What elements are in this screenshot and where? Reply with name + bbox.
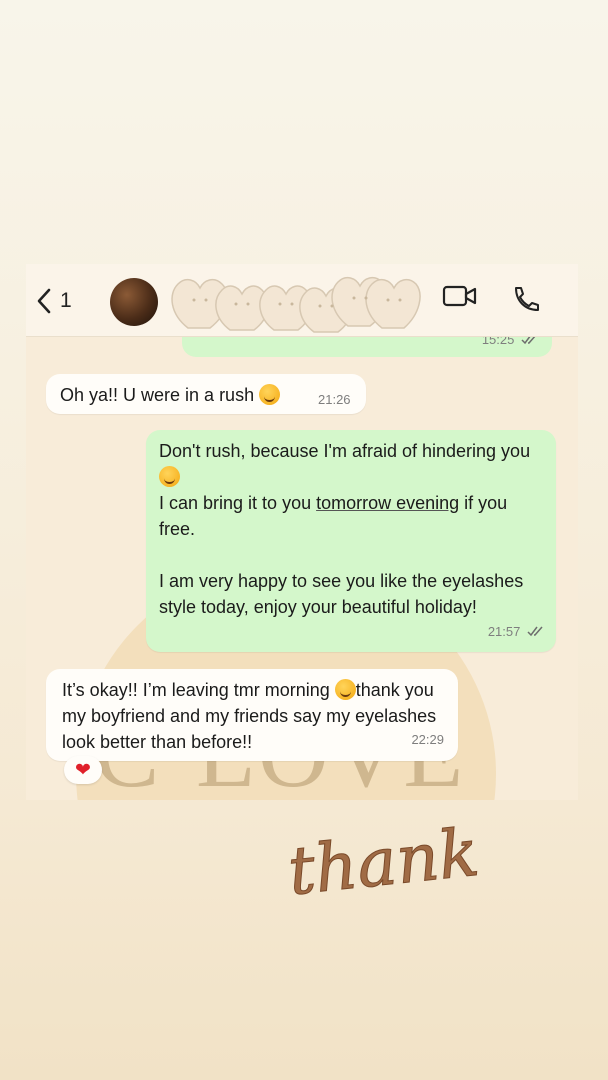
incoming-message[interactable]: It’s okay!! I’m leaving tmr morning than… bbox=[46, 669, 458, 761]
heart-reaction-icon: ❤ bbox=[75, 759, 91, 781]
date-link[interactable]: tomorrow evening bbox=[316, 493, 459, 513]
unread-count: 1 bbox=[60, 289, 72, 312]
back-button[interactable]: 1 bbox=[36, 288, 72, 314]
double-check-icon bbox=[527, 626, 543, 637]
chat-screenshot: C·LOVE 15:25 1 bbox=[26, 264, 578, 800]
emoji-hush-icon bbox=[159, 466, 180, 487]
emoji-rofl-icon bbox=[259, 384, 281, 405]
outgoing-message[interactable]: Don't rush, because I'm afraid of hinder… bbox=[146, 430, 556, 652]
voice-call-button[interactable] bbox=[510, 286, 540, 319]
message-time: 22:29 bbox=[411, 732, 444, 747]
thank-sticker-text: thank bbox=[285, 814, 483, 910]
contact-name-hearts-sticker[interactable] bbox=[166, 270, 426, 334]
chat-header: 1 bbox=[26, 264, 578, 337]
thank-sticker: thank bbox=[284, 813, 483, 910]
incoming-message[interactable]: Oh ya!! U were in a rush 21:26 bbox=[46, 374, 366, 414]
phone-icon bbox=[515, 287, 539, 311]
message-time: 21:57 bbox=[487, 624, 521, 639]
emoji-rofl-icon bbox=[334, 679, 356, 700]
message-line: I can bring it to you bbox=[159, 493, 317, 513]
avatar[interactable] bbox=[110, 278, 158, 326]
message-text: It’s okay!! I’m leaving tmr morning bbox=[62, 680, 335, 700]
video-call-icon bbox=[442, 285, 477, 307]
message-text: Oh ya!! U were in a rush bbox=[60, 385, 255, 405]
message-time: 21:26 bbox=[318, 392, 351, 407]
message-reaction[interactable]: ❤ bbox=[64, 756, 102, 784]
message-line: Don't rush, because I'm afraid of hinder… bbox=[159, 441, 531, 461]
chevron-left-icon bbox=[37, 288, 51, 314]
message-paragraph: I am very happy to see you like the eyel… bbox=[159, 571, 524, 617]
video-call-button[interactable] bbox=[442, 284, 478, 313]
